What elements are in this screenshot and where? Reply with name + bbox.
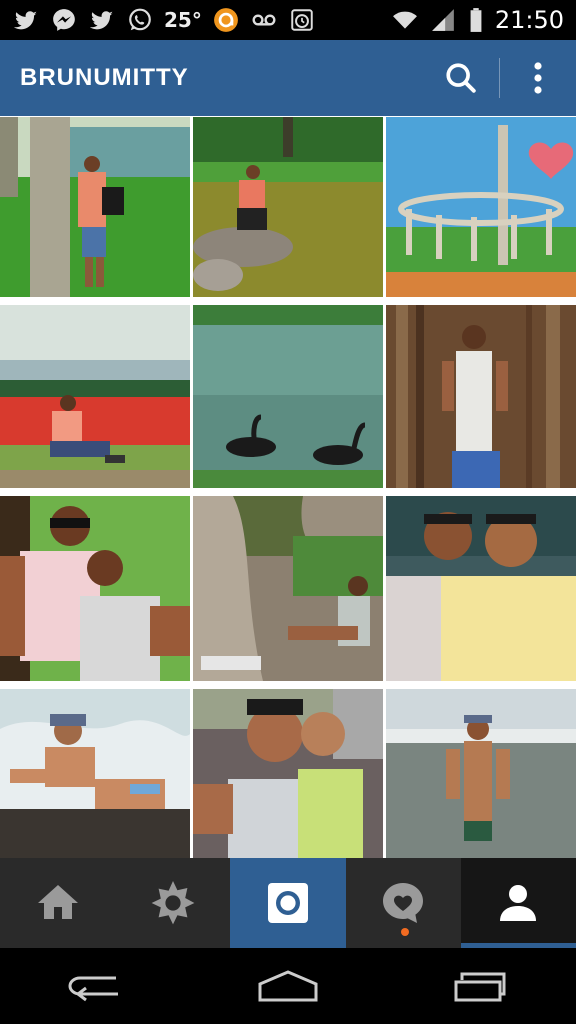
photo-thumbnail[interactable] [0, 117, 190, 297]
tab-profile[interactable] [460, 858, 576, 948]
back-button[interactable] [0, 948, 192, 1024]
temperature-text: 25° [164, 8, 202, 32]
search-button[interactable] [423, 40, 499, 116]
app-notification-icon [212, 6, 240, 34]
photo-thumbnail[interactable] [193, 496, 383, 681]
profile-icon [500, 885, 537, 921]
photo-thumbnail[interactable] [0, 689, 190, 861]
search-icon [446, 63, 476, 93]
photo-thumbnail[interactable] [0, 305, 190, 488]
action-bar: BRUNUMITTY [0, 40, 576, 116]
tab-camera[interactable] [230, 858, 346, 948]
photo-grid [0, 116, 576, 861]
photo-thumbnail[interactable] [193, 117, 383, 297]
twitter-icon [88, 6, 116, 34]
action-bar-actions [423, 40, 576, 116]
profile-username-title: BRUNUMITTY [20, 64, 189, 91]
clock-text: 21:50 [494, 6, 564, 34]
alarm-icon [288, 6, 316, 34]
notification-dot [401, 928, 410, 936]
bottom-tab-bar [0, 858, 576, 948]
battery-icon [467, 6, 485, 34]
notification-icons: 25° [12, 6, 316, 34]
photo-thumbnail[interactable] [386, 689, 576, 861]
overflow-menu-button[interactable] [500, 40, 576, 116]
photo-thumbnail[interactable] [0, 496, 190, 681]
back-icon [68, 976, 118, 1002]
tab-explore[interactable] [115, 858, 231, 948]
voicemail-icon [250, 6, 278, 34]
camera-icon [268, 883, 308, 923]
wifi-icon [391, 6, 419, 34]
status-bar: 25° 21:50 [0, 0, 576, 40]
tab-news[interactable] [345, 858, 461, 948]
whatsapp-icon [126, 6, 154, 34]
photo-thumbnail[interactable] [193, 305, 383, 488]
system-indicators: 21:50 [391, 6, 564, 34]
android-navigation-bar [0, 948, 576, 1024]
messenger-icon [50, 6, 78, 34]
photo-thumbnail[interactable] [386, 117, 576, 297]
photo-thumbnail[interactable] [386, 305, 576, 488]
photo-thumbnail[interactable] [193, 689, 383, 861]
home-nav-icon [258, 970, 318, 1002]
home-nav-button[interactable] [192, 948, 384, 1024]
tab-home[interactable] [0, 858, 116, 948]
twitter-icon [12, 6, 40, 34]
explore-star-icon [151, 881, 195, 925]
overflow-menu-icon [534, 62, 542, 94]
home-icon [37, 885, 78, 919]
signal-icon [429, 6, 457, 34]
recent-apps-icon [454, 972, 506, 1002]
recent-apps-button[interactable] [384, 948, 576, 1024]
activity-heart-icon [383, 883, 424, 923]
photo-thumbnail[interactable] [386, 496, 576, 681]
